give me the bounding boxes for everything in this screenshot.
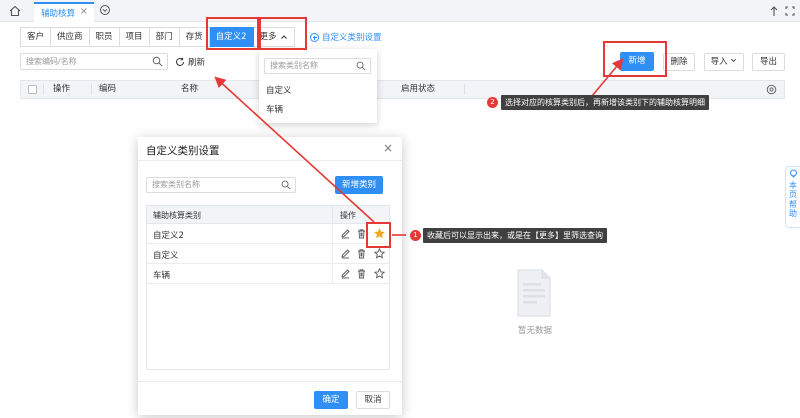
table-row: 自定义 <box>147 244 389 264</box>
custom-category-settings-label: 自定义类别设置 <box>322 33 382 43</box>
tab-supplier[interactable]: 供应商 <box>51 27 90 47</box>
search-placeholder: 搜索编码/名称 <box>26 57 77 66</box>
tab-employee[interactable]: 职员 <box>89 27 120 47</box>
close-icon[interactable]: × <box>80 6 88 17</box>
table-row: 车辆 <box>147 264 389 284</box>
edit-icon[interactable] <box>340 228 351 239</box>
refresh-button[interactable]: 刷新 <box>175 56 205 68</box>
divider <box>138 160 402 161</box>
close-icon[interactable]: × <box>383 141 393 155</box>
top-tab-bar: 辅助核算 × <box>0 0 800 22</box>
help-tab-char: 助 <box>789 209 797 218</box>
annotation-tooltip-1: 收藏后可以显示出来，或是在【更多】里筛选查询 <box>423 228 607 243</box>
annotation-badge-2: 2 <box>487 97 498 108</box>
category-search-input[interactable]: 搜索类别名称 <box>264 58 371 74</box>
more-dropdown: 搜索类别名称 自定义 车辆 <box>259 49 377 123</box>
highlight-box-favorite-star <box>366 222 391 248</box>
dialog-search-placeholder: 搜索类别名称 <box>152 180 200 189</box>
column-divider <box>464 84 465 95</box>
trash-icon[interactable] <box>356 268 367 279</box>
refresh-icon <box>176 57 184 66</box>
page-tab-label: 辅助核算 <box>41 9 76 19</box>
chevron-down-icon <box>731 58 737 62</box>
category-table-header: 辅助核算类别 操作 <box>147 206 389 224</box>
star-outline-icon[interactable] <box>374 248 385 259</box>
annotation-tooltip-2: 选择对应的核算类别后，再新增该类别下的辅助核算明细 <box>501 95 709 110</box>
tab-customer[interactable]: 客户 <box>20 27 52 47</box>
home-icon[interactable] <box>8 4 22 18</box>
empty-state-text: 暂无数据 <box>517 326 552 336</box>
confirm-button[interactable]: 确定 <box>314 391 348 409</box>
custom-category-settings-link[interactable]: 自定义类别设置 <box>310 31 382 43</box>
category-table: 辅助核算类别 操作 自定义2 自定义 车辆 <box>146 205 390 370</box>
add-circle-icon <box>310 32 319 42</box>
cancel-button[interactable]: 取消 <box>356 391 390 409</box>
divider <box>138 381 402 382</box>
export-button[interactable]: 导出 <box>752 53 785 71</box>
column-divider <box>332 206 333 224</box>
help-tab-char: 页 <box>789 190 797 199</box>
category-name: 自定义 <box>153 251 179 261</box>
dropdown-item-custom[interactable]: 自定义 <box>266 84 292 96</box>
column-header-code: 编码 <box>99 84 117 94</box>
custom-category-settings-dialog: 自定义类别设置 × 搜索类别名称 新增类别 辅助核算类别 操作 自定义2 自定义… <box>138 137 402 415</box>
search-input[interactable]: 搜索编码/名称 <box>20 53 168 70</box>
edit-icon[interactable] <box>340 248 351 259</box>
column-divider <box>332 224 333 244</box>
star-outline-icon[interactable] <box>374 268 385 279</box>
arrow-up-icon[interactable] <box>768 4 780 18</box>
page-help-tab[interactable]: 本 页 帮 助 <box>785 166 800 228</box>
trash-icon[interactable] <box>356 248 367 259</box>
tab-project[interactable]: 项目 <box>119 27 150 47</box>
column-header-status: 启用状态 <box>401 84 436 94</box>
search-icon[interactable] <box>281 180 291 190</box>
import-label: 导入 <box>710 57 728 67</box>
column-header-category: 辅助核算类别 <box>153 211 201 220</box>
highlight-box-custom2-tab <box>206 17 259 50</box>
column-header-actions: 操作 <box>53 84 71 94</box>
add-category-button[interactable]: 新增类别 <box>335 176 383 194</box>
search-icon[interactable] <box>356 61 366 71</box>
dialog-search-input[interactable]: 搜索类别名称 <box>146 177 296 193</box>
column-header-name: 名称 <box>181 84 199 94</box>
highlight-box-more-tab <box>259 17 307 50</box>
column-settings-icon[interactable] <box>766 84 777 95</box>
page-tab-auxiliary-accounting[interactable]: 辅助核算 × <box>34 2 94 22</box>
fullscreen-icon[interactable] <box>784 4 796 18</box>
delete-button[interactable]: 删除 <box>663 53 695 71</box>
category-search-placeholder: 搜索类别名称 <box>270 61 318 70</box>
dropdown-item-vehicle[interactable]: 车辆 <box>266 103 283 115</box>
help-tab-char: 帮 <box>789 199 797 209</box>
refresh-label: 刷新 <box>188 58 206 68</box>
select-all-checkbox[interactable] <box>28 85 37 94</box>
column-divider <box>332 264 333 284</box>
column-divider <box>91 84 92 95</box>
edit-icon[interactable] <box>340 268 351 279</box>
column-header-actions: 操作 <box>340 211 356 220</box>
category-name: 车辆 <box>153 271 171 281</box>
dialog-title: 自定义类别设置 <box>146 145 220 157</box>
column-divider <box>332 244 333 264</box>
annotation-badge-1: 1 <box>410 230 421 241</box>
empty-document-icon <box>517 269 551 317</box>
more-tabs-icon[interactable] <box>98 3 112 17</box>
search-icon[interactable] <box>152 56 163 67</box>
import-button[interactable]: 导入 <box>704 53 744 71</box>
table-row: 自定义2 <box>147 224 389 244</box>
tab-department[interactable]: 部门 <box>149 27 180 47</box>
help-tab-char: 本 <box>789 180 797 190</box>
highlight-box-new-button <box>603 41 667 77</box>
help-bulb-icon <box>789 169 797 178</box>
category-name: 自定义2 <box>153 231 184 241</box>
column-divider <box>43 84 44 95</box>
